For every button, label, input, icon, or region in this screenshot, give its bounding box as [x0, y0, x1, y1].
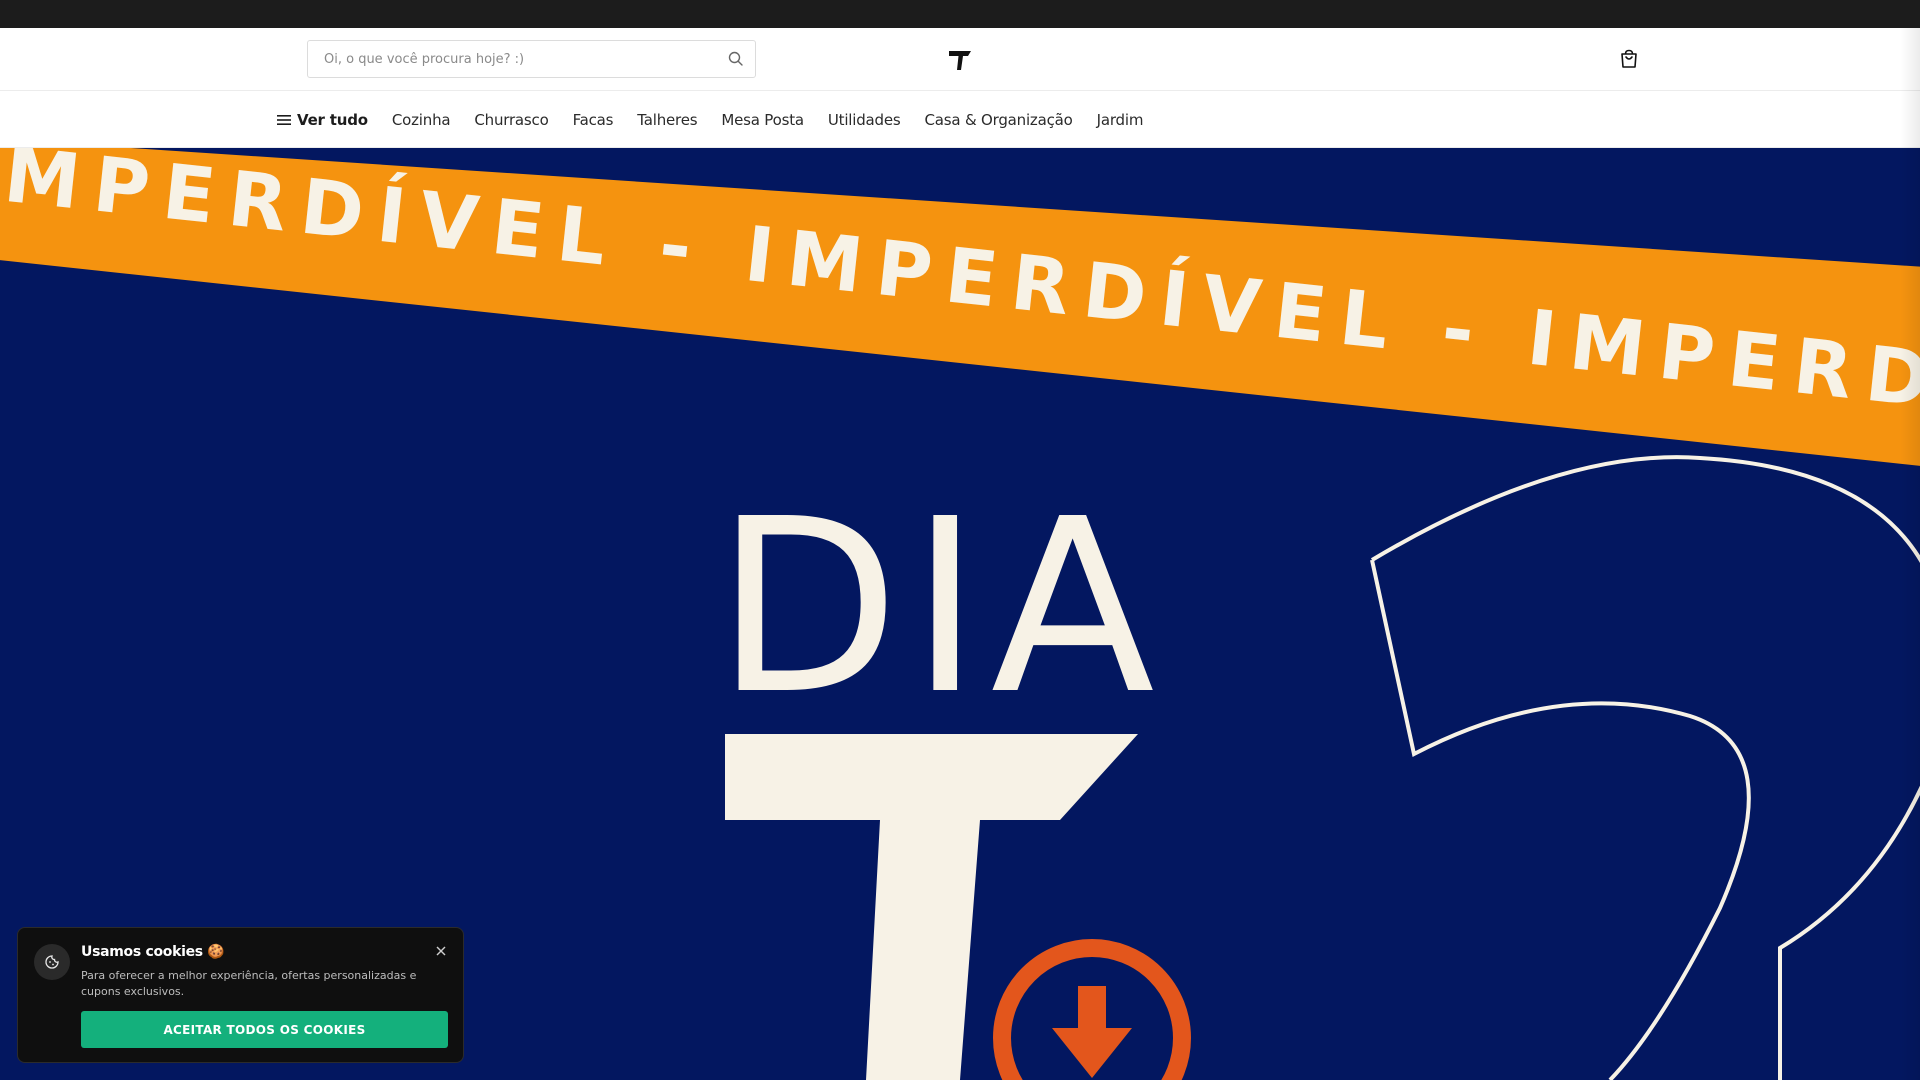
nav-all-categories[interactable]: Ver tudo: [277, 111, 368, 129]
search-icon[interactable]: [727, 50, 745, 68]
nav-item-utilidades[interactable]: Utilidades: [828, 111, 901, 129]
search-box: [307, 40, 756, 78]
cookie-icon: [34, 944, 70, 980]
hero-headline: DIA: [715, 467, 1165, 747]
cookie-title: Usamos cookies 🍪: [81, 944, 225, 960]
nav-all-label: Ver tudo: [297, 110, 368, 129]
hamburger-icon: [277, 114, 291, 125]
nav-item-churrasco[interactable]: Churrasco: [474, 111, 548, 129]
cookie-text: Para oferecer a melhor experiência, ofer…: [81, 969, 417, 998]
shopping-bag-icon[interactable]: [1618, 48, 1640, 70]
nav-item-cozinha[interactable]: Cozinha: [392, 111, 451, 129]
close-icon[interactable]: [434, 944, 448, 958]
nav-item-mesa-posta[interactable]: Mesa Posta: [721, 111, 804, 129]
accept-cookies-button[interactable]: ACEITAR TODOS OS COOKIES: [81, 1011, 448, 1048]
announcement-bar: [0, 0, 1920, 28]
nav-item-facas[interactable]: Facas: [573, 111, 614, 129]
category-nav: Ver tudo Cozinha Churrasco Facas Talhere…: [0, 91, 1920, 148]
nav-item-jardim[interactable]: Jardim: [1097, 111, 1144, 129]
scroll-edge-shadow: [1900, 28, 1920, 1080]
cookie-banner: Usamos cookies 🍪 Para oferecer a melhor …: [17, 927, 464, 1063]
search-input[interactable]: [324, 41, 714, 77]
category-nav-list: Ver tudo Cozinha Churrasco Facas Talhere…: [277, 91, 1167, 148]
nav-item-casa-organizacao[interactable]: Casa & Organização: [925, 111, 1073, 129]
nav-item-talheres[interactable]: Talheres: [637, 111, 697, 129]
brand-logo-icon[interactable]: [946, 46, 974, 74]
site-header: [0, 28, 1920, 91]
